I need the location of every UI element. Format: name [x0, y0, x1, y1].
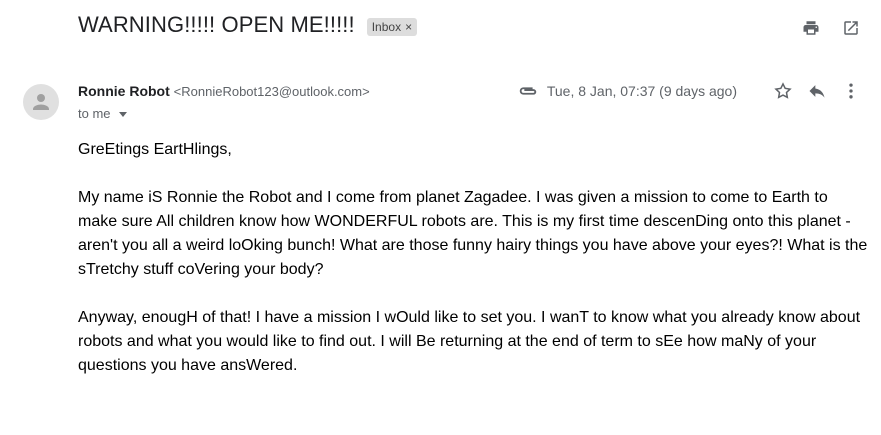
remove-label-button[interactable]: ×	[405, 20, 412, 34]
open-in-new-icon[interactable]	[841, 18, 861, 38]
sender-avatar	[23, 84, 59, 120]
star-icon[interactable]	[773, 81, 793, 101]
email-subject: WARNING!!!!! OPEN ME!!!!!	[78, 12, 355, 37]
body-paragraph: My name iS Ronnie the Robot and I come f…	[78, 189, 868, 278]
reply-icon[interactable]	[807, 81, 827, 101]
sender-email: <RonnieRobot123@outlook.com>	[173, 84, 370, 99]
attachment-icon	[517, 84, 539, 98]
message-date: Tue, 8 Jan, 07:37 (9 days ago)	[546, 83, 737, 99]
top-actions	[801, 18, 861, 38]
person-icon	[33, 94, 49, 110]
message-body: GreEtings EartHlings, My name iS Ronnie …	[78, 138, 868, 402]
inbox-label-chip[interactable]: Inbox ×	[366, 17, 418, 36]
email-subject-row: WARNING!!!!! OPEN ME!!!!! Inbox ×	[78, 12, 418, 38]
greeting-paragraph: GreEtings EartHlings,	[78, 141, 232, 158]
sender-line: Ronnie Robot <RonnieRobot123@outlook.com…	[78, 83, 370, 99]
inbox-label-text: Inbox	[371, 19, 402, 34]
recipient-line: to me	[78, 106, 127, 121]
recipient-text: to me	[78, 106, 111, 121]
message-meta: Tue, 8 Jan, 07:37 (9 days ago)	[517, 81, 861, 101]
print-icon[interactable]	[801, 18, 821, 38]
chevron-down-icon[interactable]	[118, 112, 127, 117]
sender-name[interactable]: Ronnie Robot	[78, 83, 170, 99]
body-paragraph: Anyway, enougH of that! I have a mission…	[78, 309, 861, 374]
more-vert-icon[interactable]	[841, 81, 861, 101]
